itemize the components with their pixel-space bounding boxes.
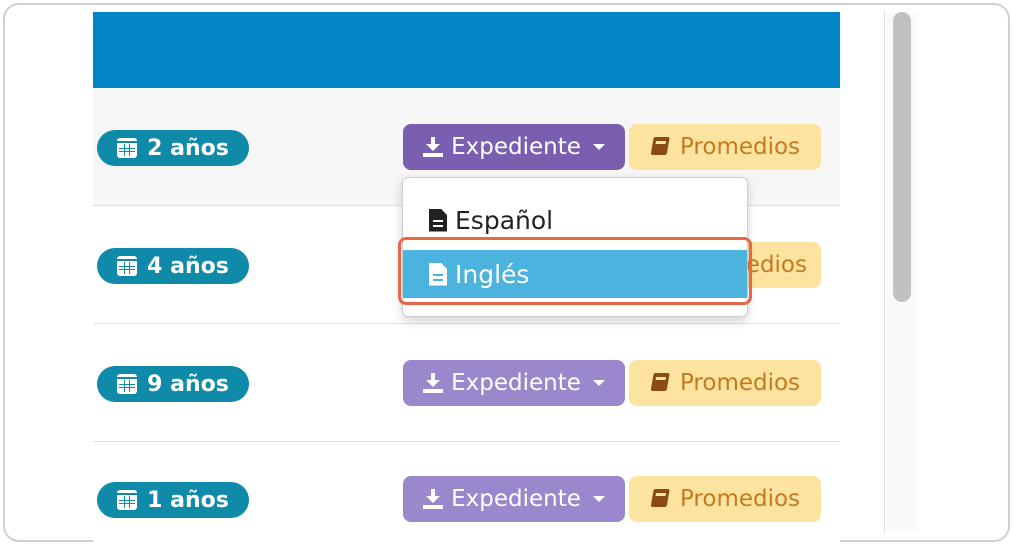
book-icon [648,489,672,509]
promedios-button[interactable]: Promedios [629,360,821,406]
download-icon [423,373,444,393]
download-icon [423,137,444,157]
calendar-icon [117,374,138,394]
menu-item-espanol[interactable]: Español [403,196,747,244]
book-icon [648,137,672,157]
book-icon [648,373,672,393]
age-badge: 4 años [97,248,249,284]
file-icon [429,209,447,232]
expediente-dropdown-menu: Español Inglés [402,177,748,317]
caret-down-icon [592,496,605,502]
table-row: 9 años Expediente Promedios [93,324,840,442]
age-badge: 2 años [97,130,249,166]
caret-down-icon [592,380,605,386]
promedios-label: Promedios [679,134,801,160]
promedios-label: edios [745,252,807,278]
age-badge: 9 años [97,366,249,402]
expediente-dropdown-button[interactable]: Expediente [403,360,625,406]
promedios-label: Promedios [679,370,801,396]
menu-item-label: Español [455,205,554,235]
promedios-button[interactable]: Promedios [629,124,821,170]
calendar-icon [117,138,138,158]
file-icon [429,263,447,286]
scrollbar-thumb[interactable] [893,12,911,302]
promedios-label: Promedios [679,486,801,512]
download-icon [423,489,444,509]
expediente-label: Expediente [451,486,581,512]
expediente-dropdown-button[interactable]: Expediente [403,476,625,522]
table-row: 1 años Expediente Promedios [93,442,840,542]
promedios-button[interactable]: Promedios [629,476,821,522]
menu-item-label: Inglés [455,259,530,289]
age-label: 9 años [147,371,229,397]
caret-down-icon [592,144,605,150]
calendar-icon [117,490,138,510]
menu-item-ingles[interactable]: Inglés [403,250,747,298]
calendar-icon [117,256,138,276]
expediente-dropdown-button[interactable]: Expediente [403,124,625,170]
expediente-label: Expediente [451,370,581,396]
age-label: 4 años [147,253,229,279]
age-label: 1 años [147,487,229,513]
age-badge: 1 años [97,482,249,518]
table-header-bar [93,12,840,88]
age-label: 2 años [147,135,229,161]
expediente-label: Expediente [451,134,581,160]
